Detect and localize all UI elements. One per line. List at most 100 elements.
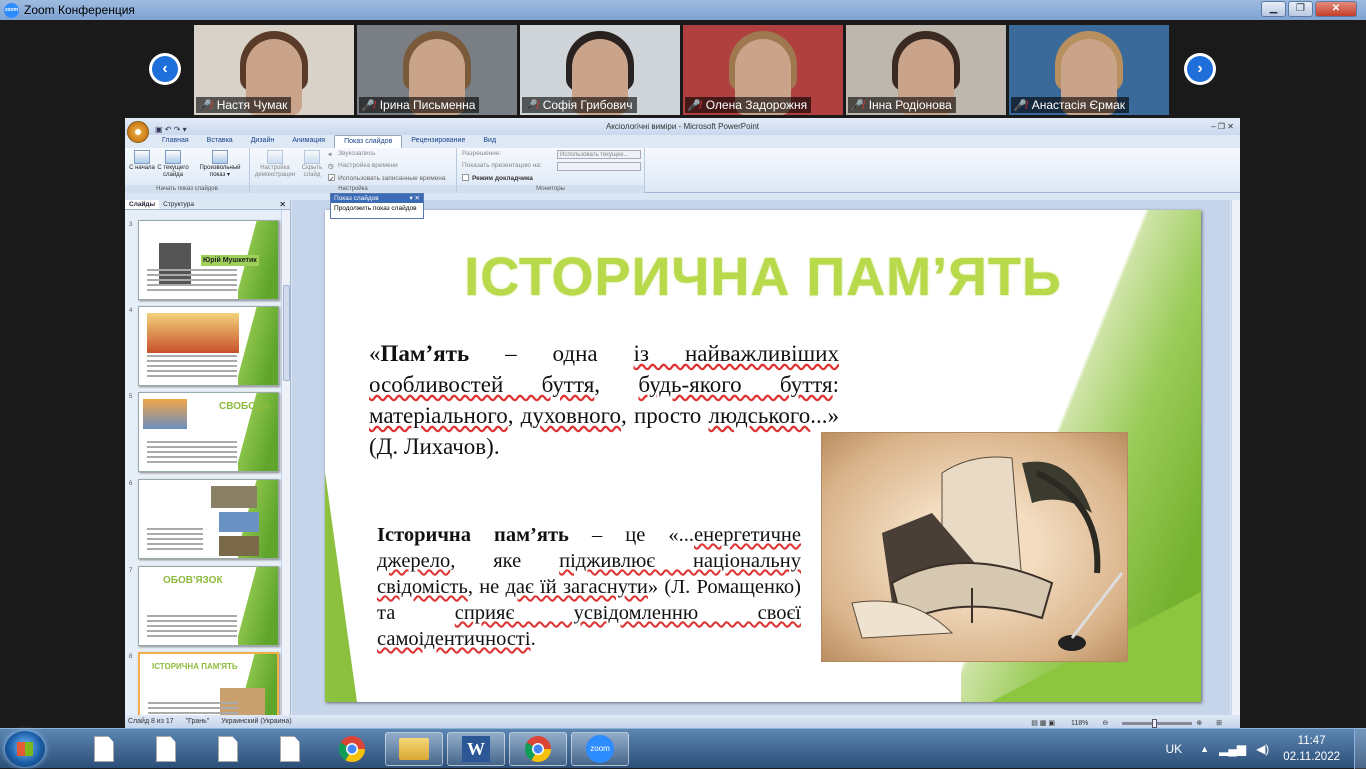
custom-show-button[interactable]: Произвольный показ ▾ <box>195 150 245 179</box>
group-label: Начать показ слайдов <box>125 185 249 193</box>
show-desktop-button[interactable] <box>1354 729 1366 769</box>
ribbon-tab[interactable]: Главная <box>153 135 198 148</box>
slides-panel: Слайды Структура ✕ 3Юрій Мушкетик45СВОБО… <box>125 200 291 715</box>
presenter-view-checkbox[interactable]: Режим докладчика <box>462 174 533 182</box>
office-button[interactable] <box>127 121 149 143</box>
close-button[interactable]: ✕ <box>1315 1 1357 17</box>
slide-scrollbar[interactable] <box>1231 200 1240 715</box>
slide-thumbnail[interactable] <box>138 479 279 559</box>
slide-number: 5 <box>129 394 132 400</box>
keyboard-language[interactable]: UK <box>1166 742 1183 756</box>
show-on-dropdown[interactable] <box>557 162 641 171</box>
slide-thumbnail[interactable]: СВОБОДА <box>138 392 279 472</box>
participant-tile[interactable]: 🎤̸Ірина Письменна <box>357 25 517 115</box>
ribbon-tab[interactable]: Вставка <box>198 135 242 148</box>
participant-name: 🎤̸Олена Задорожня <box>685 97 811 113</box>
group-label: Мониторы <box>457 185 644 193</box>
hide-slide-button[interactable]: Скрыть слайд <box>299 150 325 179</box>
taskbar-word-icon[interactable]: W <box>447 732 505 766</box>
language-status[interactable]: Украинский (Украина) <box>221 718 291 725</box>
slide-number: 7 <box>129 568 132 574</box>
slide-thumbnail[interactable] <box>138 306 279 386</box>
participant-tile[interactable]: 🎤̸Софія Грибович <box>520 25 680 115</box>
muted-mic-icon: 🎤̸ <box>850 99 864 112</box>
taskbar-chrome-icon[interactable] <box>323 732 381 766</box>
group-label: Настройка <box>250 185 456 193</box>
powerpoint-window: ▣ ↶ ↷ ▾ Аксіологічні виміри - Microsoft … <box>125 118 1240 728</box>
status-bar: Слайд 8 из 17 "Грань" Украинский (Украин… <box>125 715 1240 728</box>
participant-tile[interactable]: 🎤̸Інна Родіонова <box>846 25 1006 115</box>
panel-close-icon[interactable]: ✕ <box>279 200 290 209</box>
ribbon-tab[interactable]: Анимация <box>283 135 334 148</box>
minimize-button[interactable]: ▁ <box>1261 1 1286 17</box>
from-current-button[interactable]: С текущего слайда <box>155 150 191 179</box>
slide-counter: Слайд 8 из 17 <box>128 718 174 725</box>
use-timings-checkbox[interactable]: ✓Использовать записанные времена <box>328 174 446 182</box>
ribbon-group-start: С начала С текущего слайда Произвольный … <box>125 148 250 193</box>
record-narration[interactable]: ◂Звукозапись <box>328 150 375 157</box>
taskbar-document-4[interactable] <box>261 732 319 766</box>
show-on-label: Показать презентацию на: <box>462 162 542 169</box>
clock-time: 11:47 <box>1283 733 1340 749</box>
ribbon-tab[interactable]: Рецензирование <box>402 135 474 148</box>
tab-outline[interactable]: Структура <box>159 200 198 209</box>
taskbar-zoom-icon[interactable]: zoom <box>571 732 629 766</box>
panel-scrollbar[interactable] <box>281 210 290 715</box>
slide-number: 8 <box>129 654 132 660</box>
theme-name: "Грань" <box>186 718 210 725</box>
participant-name: 🎤̸Софія Грибович <box>522 97 637 113</box>
prev-page-button[interactable]: ‹ <box>149 53 181 85</box>
ribbon-group-monitors: Разрешение: Использовать текущее... Пока… <box>457 148 645 193</box>
resolution-label: Разрешение: <box>462 150 501 157</box>
participant-name: 🎤̸Анастасія Єрмак <box>1011 97 1129 113</box>
participant-tile[interactable]: 🎤̸Анастасія Єрмак <box>1009 25 1169 115</box>
next-page-button[interactable]: › <box>1184 53 1216 85</box>
slide-thumbnail[interactable]: ОБОВ'ЯЗОК <box>138 566 279 646</box>
participant-tile[interactable]: 🎤̸Настя Чумак <box>194 25 354 115</box>
chevron-left-icon: ‹ <box>152 56 178 82</box>
network-icon[interactable]: ▂▄▆ <box>1219 742 1246 756</box>
floatbar-close-icon[interactable]: ▾ ✕ <box>409 194 420 203</box>
muted-mic-icon: 🎤̸ <box>198 99 212 112</box>
clock[interactable]: 11:47 02.11.2022 <box>1283 733 1340 765</box>
zoom-slider[interactable] <box>1122 722 1192 725</box>
quote-lykhachov: «Пам’ять – одна із найважливіших особлив… <box>369 338 839 462</box>
system-tray: UK ▲ ▂▄▆ ◀) 11:47 02.11.2022 <box>1166 729 1366 769</box>
tab-slides[interactable]: Слайды <box>125 200 159 209</box>
taskbar-document-2[interactable] <box>137 732 195 766</box>
slideshow-floating-toolbar: Показ слайдов▾ ✕ Продолжить показ слайдо… <box>330 193 424 219</box>
from-start-button[interactable]: С начала <box>129 150 155 172</box>
taskbar-document-1[interactable] <box>75 732 133 766</box>
window-controls: ▁ ❐ ✕ <box>1259 1 1357 17</box>
ribbon-tab[interactable]: Показ слайдов <box>334 135 402 148</box>
volume-icon[interactable]: ◀) <box>1256 742 1269 756</box>
slide-number: 4 <box>129 308 132 314</box>
resume-slideshow-button[interactable]: Продолжить показ слайдов <box>331 203 423 214</box>
ppt-window-controls[interactable]: ‒ ❐ ✕ <box>1211 118 1234 135</box>
books-illustration <box>821 432 1128 662</box>
ribbon-tab[interactable]: Дизайн <box>242 135 284 148</box>
slide-thumbnail[interactable]: ІСТОРИЧНА ПАМ'ЯТЬ <box>138 652 279 722</box>
windows-logo-icon <box>17 742 33 756</box>
ppt-title: Аксіологічні виміри - Microsoft PowerPoi… <box>606 122 759 131</box>
taskbar-chrome-active-icon[interactable] <box>509 732 567 766</box>
window-title: Zoom Конференция <box>24 3 135 17</box>
participant-tile[interactable]: 🎤̸Олена Задорожня <box>683 25 843 115</box>
ribbon-tabs: ГлавнаяВставкаДизайнАнимацияПоказ слайдо… <box>125 135 1240 148</box>
tray-expand-icon[interactable]: ▲ <box>1200 744 1209 754</box>
maximize-button[interactable]: ❐ <box>1288 1 1313 17</box>
muted-mic-icon: 🎤̸ <box>1013 99 1027 112</box>
start-button[interactable] <box>5 731 45 767</box>
clock-date: 02.11.2022 <box>1283 749 1340 765</box>
taskbar-document-3[interactable] <box>199 732 257 766</box>
slide-heading: ІСТОРИЧНА ПАМ’ЯТЬ <box>325 246 1201 308</box>
participant-name: 🎤̸Ірина Письменна <box>359 97 479 113</box>
current-slide[interactable]: ІСТОРИЧНА ПАМ’ЯТЬ «Пам’ять – одна із най… <box>325 210 1201 702</box>
rehearse-timings[interactable]: ◷Настройка времени <box>328 162 398 169</box>
ribbon-tab[interactable]: Вид <box>474 135 505 148</box>
ribbon-group-setup: Настройка демонстрации Скрыть слайд ◂Зву… <box>250 148 457 193</box>
taskbar-explorer-icon[interactable] <box>385 732 443 766</box>
setup-show-button[interactable]: Настройка демонстрации <box>253 150 297 179</box>
slide-thumbnail[interactable]: Юрій Мушкетик <box>138 220 279 300</box>
resolution-dropdown[interactable]: Использовать текущее... <box>557 150 641 159</box>
